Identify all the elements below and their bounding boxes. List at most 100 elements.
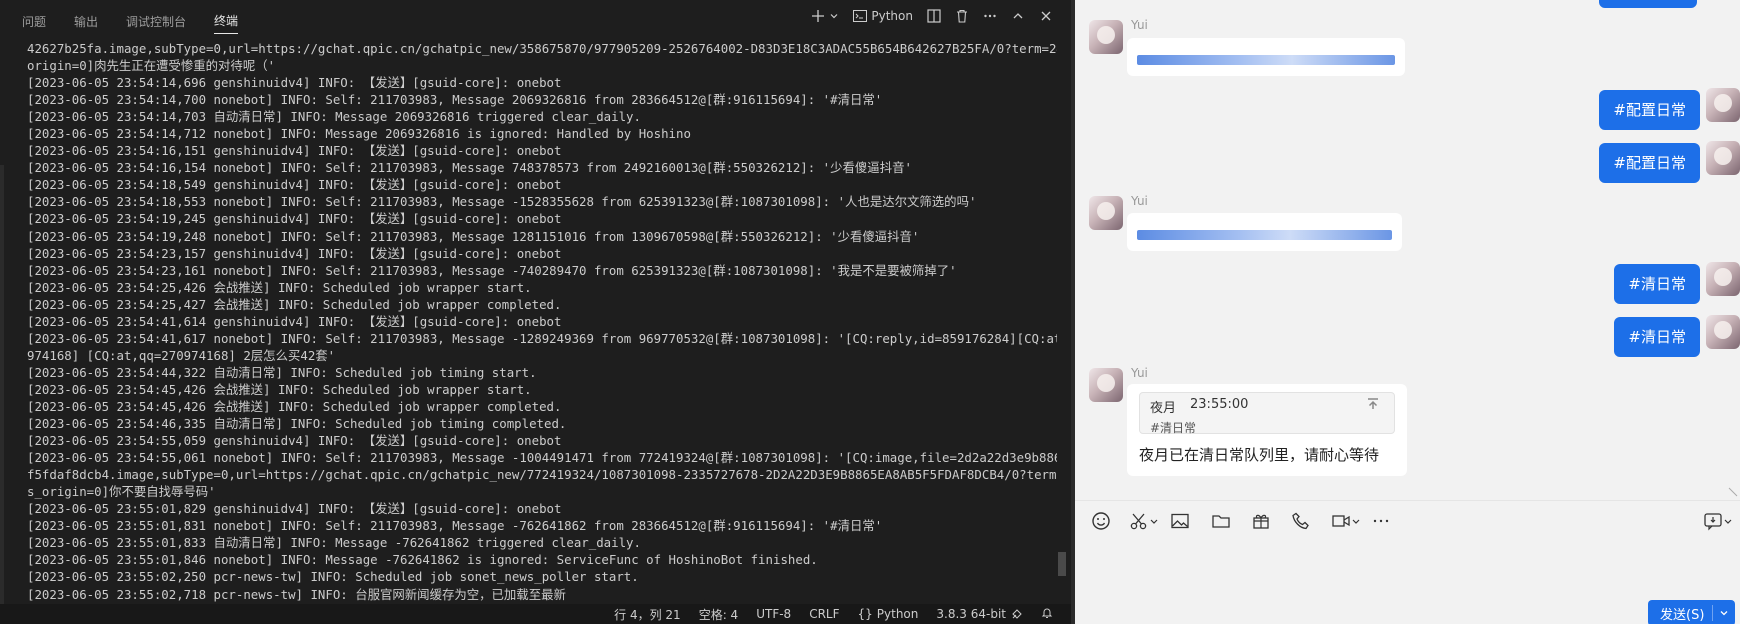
- resize-handle-icon[interactable]: [1727, 486, 1739, 498]
- tab-problems[interactable]: 问题: [22, 9, 46, 34]
- message-bubble-sent[interactable]: #配置日常: [1599, 90, 1700, 130]
- terminal-line: [2023-06-05 23:54:55,059 genshinuidv4] I…: [27, 433, 562, 449]
- terminal-line: [2023-06-05 23:54:23,157 genshinuidv4] I…: [27, 245, 562, 261]
- terminal-line: [2023-06-05 23:54:44,322 自动清日常] INFO: Sc…: [27, 364, 537, 380]
- terminal-line: [2023-06-05 23:54:19,245 genshinuidv4] I…: [27, 211, 562, 227]
- chevron-down-icon[interactable]: [829, 11, 839, 21]
- send-button[interactable]: 发送(S): [1648, 600, 1735, 624]
- avatar-yui[interactable]: [1089, 196, 1123, 230]
- terminal-line: [2023-06-05 23:54:45,426 会战推送] INFO: Sch…: [27, 398, 562, 414]
- quoted-message[interactable]: 夜月 23:55:00 #清日常: [1139, 392, 1395, 435]
- status-indentation[interactable]: 空格: 4: [699, 606, 739, 623]
- terminal-line: 974168] [CQ:at,qq=270974168] 2层怎么买42套': [27, 347, 336, 363]
- image-icon[interactable]: [1170, 511, 1190, 531]
- terminal-profile-button[interactable]: Python: [853, 9, 913, 23]
- previous-message-bubble: [1599, 0, 1697, 8]
- avatar-self[interactable]: [1706, 315, 1740, 349]
- message-bubble-reply[interactable]: 夜月 23:55:00 #清日常 夜月已在清日常队列里，请耐心等待: [1127, 384, 1407, 476]
- sender-name: Yui: [1131, 194, 1148, 208]
- terminal-line: [2023-06-05 23:55:01,829 genshinuidv4] I…: [27, 501, 562, 517]
- avatar-self[interactable]: [1706, 262, 1740, 296]
- panel-actions: Python: [811, 9, 1053, 23]
- terminal-line: [2023-06-05 23:54:23,161 nonebot] INFO: …: [27, 262, 957, 278]
- terminal-scrollbar[interactable]: [1058, 552, 1066, 576]
- status-cursor-position[interactable]: 行 4，列 21: [614, 606, 681, 623]
- status-language-label: Python: [876, 607, 919, 621]
- status-interpreter-label: 3.8.3 64-bit: [936, 607, 1006, 621]
- status-interpreter[interactable]: 3.8.3 64-bit: [936, 607, 1023, 621]
- terminal-line: [2023-06-05 23:54:14,703 自动清日常] INFO: Me…: [27, 109, 641, 125]
- terminal-line: [2023-06-05 23:54:46,335 自动清日常] INFO: Sc…: [27, 416, 567, 432]
- message-bubble-redacted[interactable]: [1127, 38, 1405, 76]
- chevron-down-icon[interactable]: [1351, 511, 1361, 531]
- terminal-line: [2023-06-05 23:55:01,831 nonebot] INFO: …: [27, 518, 883, 534]
- terminal-line: [2023-06-05 23:55:01,846 nonebot] INFO: …: [27, 552, 818, 568]
- sender-name: Yui: [1131, 366, 1148, 380]
- feedback-icon: [1012, 609, 1022, 619]
- terminal-line: [2023-06-05 23:54:14,696 genshinuidv4] I…: [27, 75, 562, 91]
- terminal-line: origin=0]肉先生正在遭受惨重的对待呢（': [27, 58, 276, 74]
- trash-icon[interactable]: [955, 9, 969, 23]
- avatar-self[interactable]: [1706, 141, 1740, 175]
- tab-output[interactable]: 输出: [74, 9, 98, 34]
- tab-debug-console[interactable]: 调试控制台: [126, 9, 186, 34]
- quote-text: #清日常: [1150, 421, 1197, 435]
- chevron-down-icon[interactable]: [1723, 511, 1733, 531]
- folder-icon[interactable]: [1211, 511, 1231, 531]
- chevron-down-icon[interactable]: [1149, 511, 1159, 531]
- notifications-bell-icon[interactable]: [1041, 607, 1053, 622]
- message-bubble-redacted[interactable]: [1127, 213, 1402, 251]
- quote-author: 夜月: [1150, 401, 1177, 416]
- reply-text: 夜月已在清日常队列里，请耐心等待: [1139, 446, 1380, 464]
- status-language[interactable]: {} Python: [858, 607, 919, 621]
- terminal-line: [2023-06-05 23:54:16,151 genshinuidv4] I…: [27, 143, 562, 159]
- video-icon[interactable]: [1331, 511, 1351, 531]
- avatar-yui[interactable]: [1089, 368, 1123, 402]
- more-icon[interactable]: [1371, 511, 1391, 531]
- ellipsis-icon[interactable]: [983, 9, 997, 23]
- message-history-icon[interactable]: [1703, 511, 1723, 531]
- split-icon[interactable]: [927, 9, 941, 23]
- chevron-up-icon[interactable]: [1011, 9, 1025, 23]
- terminal-line: [2023-06-05 23:54:18,553 nonebot] INFO: …: [27, 194, 977, 210]
- input-toolbar: [1075, 500, 1740, 540]
- terminal-line: [2023-06-05 23:54:25,426 会战推送] INFO: Sch…: [27, 279, 532, 295]
- avatar-yui[interactable]: [1089, 20, 1123, 54]
- emoji-icon[interactable]: [1091, 511, 1111, 531]
- terminal-line: [2023-06-05 23:54:25,427 会战推送] INFO: Sch…: [27, 296, 562, 312]
- jump-to-original-icon[interactable]: [1366, 397, 1380, 411]
- braces-icon: {}: [857, 607, 873, 621]
- phone-icon[interactable]: [1291, 511, 1311, 531]
- tab-terminal[interactable]: 终端: [214, 8, 239, 34]
- quote-time: 23:55:00: [1190, 397, 1249, 412]
- editor-gutter-edge: [0, 165, 4, 605]
- plus-icon[interactable]: [811, 9, 825, 23]
- avatar-self[interactable]: [1706, 88, 1740, 122]
- terminal-line: [2023-06-05 23:54:55,061 nonebot] INFO: …: [27, 450, 1057, 466]
- terminal-line: 42627b25fa.image,subType=0,url=https://g…: [27, 41, 1057, 56]
- terminal-line: [2023-06-05 23:54:16,154 nonebot] INFO: …: [27, 160, 912, 176]
- terminal-line: [2023-06-05 23:54:14,712 nonebot] INFO: …: [27, 126, 691, 142]
- gift-icon[interactable]: [1251, 511, 1271, 531]
- message-bubble-sent[interactable]: #清日常: [1614, 317, 1700, 357]
- terminal-line: [2023-06-05 23:54:41,617 nonebot] INFO: …: [27, 330, 1057, 346]
- chat-panel: Yui #配置日常 #配置日常 Yui #清日常 #清日常 Yui 夜月 23:…: [1075, 0, 1740, 624]
- sender-name: Yui: [1131, 18, 1148, 32]
- send-button-label: 发送(S): [1660, 607, 1705, 623]
- terminal-line: [2023-06-05 23:54:14,700 nonebot] INFO: …: [27, 92, 883, 108]
- terminal-line: [2023-06-05 23:55:02,718 pcr-news-tw] IN…: [27, 586, 566, 602]
- terminal-line: [2023-06-05 23:54:41,614 genshinuidv4] I…: [27, 313, 562, 329]
- terminal-line: [2023-06-05 23:54:19,248 nonebot] INFO: …: [27, 228, 920, 244]
- terminal-icon: [853, 10, 868, 22]
- terminal-output[interactable]: 42627b25fa.image,subType=0,url=https://g…: [27, 40, 1057, 606]
- status-encoding[interactable]: UTF-8: [756, 607, 791, 621]
- status-eol[interactable]: CRLF: [809, 607, 839, 621]
- status-bar: 行 4，列 21 空格: 4 UTF-8 CRLF {} Python 3.8.…: [0, 604, 1071, 624]
- message-bubble-sent[interactable]: #清日常: [1614, 264, 1700, 304]
- terminal-line: [2023-06-05 23:55:01,833 自动清日常] INFO: Me…: [27, 535, 641, 551]
- close-icon[interactable]: [1039, 9, 1053, 23]
- send-options-chevron-icon[interactable]: [1713, 608, 1735, 618]
- message-bubble-sent[interactable]: #配置日常: [1599, 143, 1700, 183]
- terminal-profile-label: Python: [871, 9, 913, 23]
- scissors-icon[interactable]: [1129, 511, 1149, 531]
